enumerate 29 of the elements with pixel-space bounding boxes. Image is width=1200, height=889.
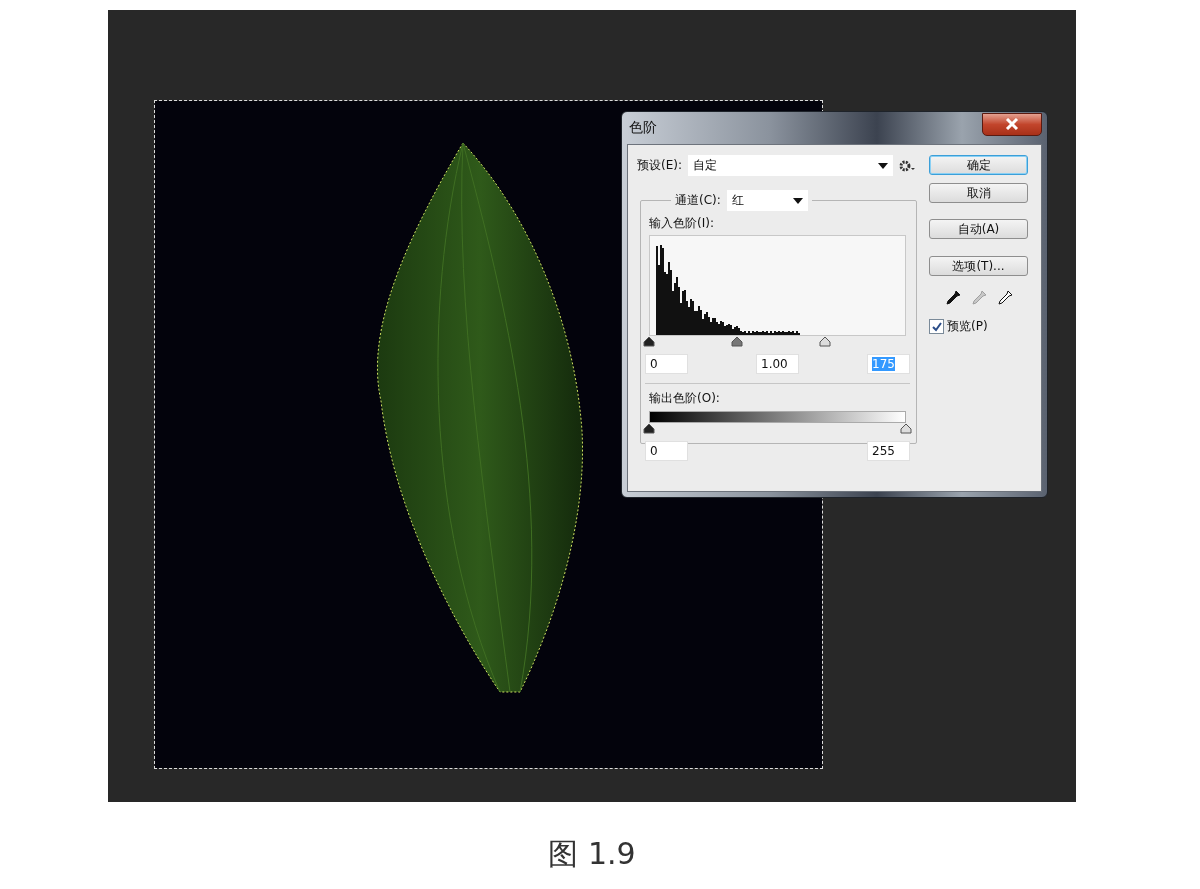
preview-label: 预览(P)	[947, 318, 988, 335]
preset-dropdown[interactable]: 自定	[688, 155, 894, 176]
channel-dropdown[interactable]: 红	[726, 190, 808, 211]
dialog-button[interactable]: 取消	[929, 183, 1028, 203]
caret-icon	[878, 162, 889, 169]
slider-thumb[interactable]	[643, 424, 655, 434]
check-icon	[931, 321, 942, 332]
gear-icon[interactable]	[899, 159, 915, 172]
level-field[interactable]: 0	[645, 441, 688, 461]
close-button[interactable]	[982, 112, 1042, 136]
eyedropper-icon[interactable]	[944, 290, 961, 306]
close-icon	[1005, 118, 1019, 130]
slider-thumb[interactable]	[900, 424, 912, 434]
dialog-button[interactable]: 选项(T)...	[929, 256, 1028, 276]
slider-thumb[interactable]	[643, 337, 655, 347]
caret-icon	[792, 197, 803, 204]
figure-caption: 图 1.9	[548, 835, 636, 873]
level-field[interactable]: 0	[645, 354, 688, 374]
channel-label: 通道(C):	[675, 192, 721, 209]
preview-checkbox[interactable]	[929, 319, 944, 334]
output-levels-label: 输出色阶(O):	[649, 391, 720, 405]
eyedropper-icon[interactable]	[996, 290, 1013, 306]
dialog-title: 色阶	[628, 119, 657, 137]
input-levels-label: 输入色阶(I):	[649, 216, 714, 230]
level-field[interactable]: 1.00	[756, 354, 799, 374]
level-field[interactable]: 255	[867, 441, 910, 461]
preset-label: 预设(E):	[637, 157, 682, 174]
dialog-button[interactable]: 确定	[929, 155, 1028, 175]
dialog-button[interactable]: 自动(A)	[929, 219, 1028, 239]
